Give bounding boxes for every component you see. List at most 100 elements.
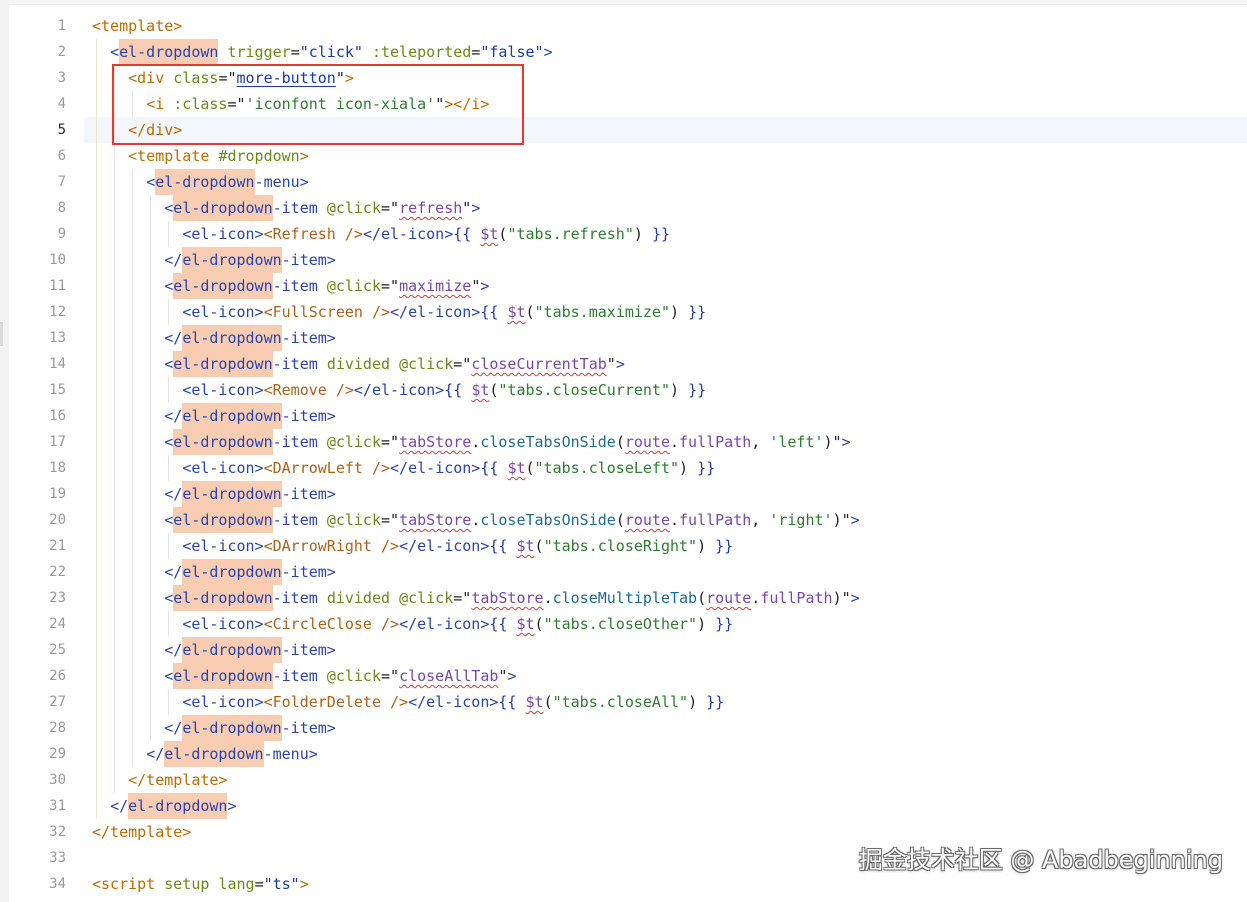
code-token: >	[227, 797, 237, 815]
code-line[interactable]: 16 </el-dropdown-item>	[0, 403, 1247, 429]
annotation-box	[112, 64, 524, 145]
line-number: 7	[57, 174, 66, 190]
code-line[interactable]: 25 </el-dropdown-item>	[0, 637, 1247, 663]
line-number: 22	[49, 564, 66, 580]
spelling-warning: $t	[471, 381, 490, 399]
code-token: <	[164, 277, 174, 295]
code-token: ="	[381, 667, 400, 685]
code-text: <el-dropdown-item @click="refresh">	[92, 195, 480, 221]
line-number: 34	[49, 876, 66, 892]
code-line[interactable]: 28 </el-dropdown-item>	[0, 715, 1247, 741]
match-highlight: el-dropdown	[182, 637, 282, 663]
code-token: <el-icon>	[182, 303, 264, 321]
code-token: </	[164, 407, 183, 425]
code-token: <	[164, 199, 174, 217]
code-token: }}	[715, 537, 734, 555]
code-text: <el-dropdown-item divided @click="tabSto…	[92, 585, 860, 611]
code-token: ,	[751, 433, 770, 451]
code-token: </	[164, 485, 183, 503]
code-line[interactable]: 31 </el-dropdown>	[0, 793, 1247, 819]
code-text: <el-dropdown-item divided @click="closeC…	[92, 351, 625, 377]
code-token: {{	[480, 303, 508, 321]
code-text: <el-icon><FolderDelete /></el-icon>{{ $t…	[92, 689, 724, 715]
code-token: )"	[832, 511, 851, 529]
code-token: {{	[489, 537, 517, 555]
code-token: @click	[326, 199, 381, 217]
code-line[interactable]: 7 <el-dropdown-menu>	[0, 169, 1247, 195]
code-token: <	[164, 511, 174, 529]
code-line[interactable]: 14 <el-dropdown-item divided @click="clo…	[0, 351, 1247, 377]
code-token: >	[850, 511, 860, 529]
code-token: ="	[381, 511, 400, 529]
code-line[interactable]: 23 <el-dropdown-item divided @click="tab…	[0, 585, 1247, 611]
code-token: >	[507, 667, 517, 685]
match-highlight: el-dropdown	[155, 169, 255, 195]
line-number: 6	[57, 148, 66, 164]
code-token: ="	[453, 355, 472, 373]
code-token: }}	[706, 693, 725, 711]
code-token: -item>	[281, 719, 336, 737]
code-token: @click	[326, 277, 381, 295]
code-line[interactable]: 18 <el-icon><DArrowLeft /></el-icon>{{ $…	[0, 455, 1247, 481]
code-text: <el-dropdown-item @click="tabStore.close…	[92, 429, 851, 455]
code-token: </template>	[128, 771, 228, 789]
code-token: -item	[272, 589, 318, 607]
code-line[interactable]: 22 </el-dropdown-item>	[0, 559, 1247, 585]
code-text: <el-icon><DArrowRight /></el-icon>{{ $t(…	[92, 533, 733, 559]
code-token: ="	[381, 433, 400, 451]
code-token: -menu>	[254, 173, 309, 191]
match-highlight: el-dropdown	[182, 715, 282, 741]
line-number: 18	[49, 460, 66, 476]
code-text: </el-dropdown-item>	[92, 715, 336, 741]
code-line[interactable]: 8 <el-dropdown-item @click="refresh">	[0, 195, 1247, 221]
code-line[interactable]: 2 <el-dropdown trigger="click" :teleport…	[0, 39, 1247, 65]
code-line[interactable]: 21 <el-icon><DArrowRight /></el-icon>{{ …	[0, 533, 1247, 559]
code-token: "false"	[480, 43, 544, 61]
code-line[interactable]: 24 <el-icon><CircleClose /></el-icon>{{ …	[0, 611, 1247, 637]
code-editor[interactable]: 1 <template> 2 <el-dropdown trigger="click…	[0, 13, 1247, 897]
code-token: @click	[326, 511, 381, 529]
code-line[interactable]: 17 <el-dropdown-item @click="tabStore.cl…	[0, 429, 1247, 455]
code-line[interactable]: 19 </el-dropdown-item>	[0, 481, 1247, 507]
line-number: 28	[49, 720, 66, 736]
code-text: </el-dropdown-menu>	[92, 741, 318, 767]
code-line[interactable]: 6 <template #dropdown>	[0, 143, 1247, 169]
code-token: lang	[218, 875, 255, 893]
code-text: </el-dropdown-item>	[92, 637, 336, 663]
code-line[interactable]: 29 </el-dropdown-menu>	[0, 741, 1247, 767]
code-token: <DArrowLeft />	[263, 459, 391, 477]
code-token: =	[471, 43, 481, 61]
code-line[interactable]: 15 <el-icon><Remove /></el-icon>{{ $t("t…	[0, 377, 1247, 403]
code-line[interactable]: 27 <el-icon><FolderDelete /></el-icon>{{…	[0, 689, 1247, 715]
code-token: <el-icon>	[182, 615, 264, 633]
code-line[interactable]: 12 <el-icon><FullScreen /></el-icon>{{ $…	[0, 299, 1247, 325]
code-line[interactable]: 20 <el-dropdown-item @click="tabStore.cl…	[0, 507, 1247, 533]
code-line[interactable]: 32 </template>	[0, 819, 1247, 845]
code-token: fullPath	[760, 589, 833, 607]
spelling-warning: $t	[516, 615, 535, 633]
code-token: -item	[272, 667, 318, 685]
code-token: "tabs.closeAll"	[552, 693, 689, 711]
code-token: <	[164, 589, 174, 607]
code-line[interactable]: 34 <script setup lang="ts">	[0, 871, 1247, 897]
code-line[interactable]: 9 <el-icon><Refresh /></el-icon>{{ $t("t…	[0, 221, 1247, 247]
code-token: </	[146, 745, 165, 763]
code-token: }}	[697, 459, 716, 477]
code-token: #dropdown	[218, 147, 300, 165]
code-line[interactable]: 1 <template>	[0, 13, 1247, 39]
code-line[interactable]: 30 </template>	[0, 767, 1247, 793]
code-token: </	[164, 641, 183, 659]
code-text: <script setup lang="ts">	[92, 871, 309, 897]
code-token: @click	[399, 355, 454, 373]
code-token: (	[615, 511, 625, 529]
spelling-warning: tabStore	[399, 511, 472, 529]
code-line[interactable]: 13 </el-dropdown-item>	[0, 325, 1247, 351]
code-line[interactable]: 10 </el-dropdown-item>	[0, 247, 1247, 273]
code-token: -item>	[281, 407, 336, 425]
code-line[interactable]: 26 <el-dropdown-item @click="closeAllTab…	[0, 663, 1247, 689]
line-number: 31	[49, 798, 66, 814]
code-line[interactable]: 11 <el-dropdown-item @click="maximize">	[0, 273, 1247, 299]
